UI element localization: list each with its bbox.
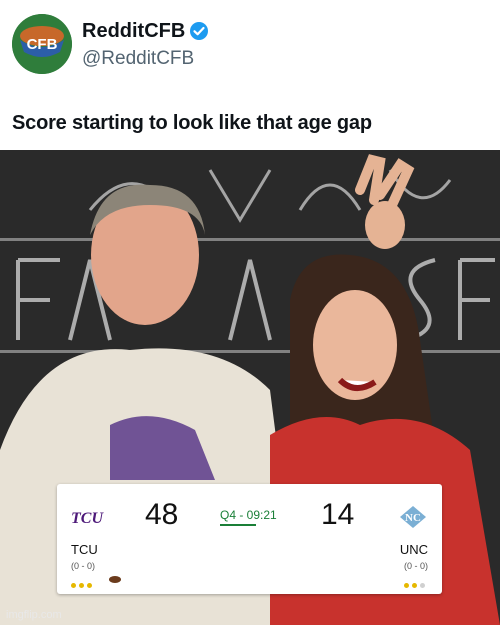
home-score: 48 (145, 498, 179, 531)
imgflip-watermark: imgflip.com (6, 609, 62, 621)
home-team-abbr: TCU (71, 542, 98, 557)
account-name[interactable]: RedditCFB (82, 20, 185, 43)
clock-underline (220, 524, 256, 526)
tweet-header: CFB RedditCFB @RedditCFB Score starting … (0, 0, 500, 150)
unc-logo-text: NC (405, 512, 421, 524)
timeout-dot (412, 583, 417, 588)
timeout-dot (420, 583, 425, 588)
timeout-dot (87, 583, 92, 588)
away-timeouts (404, 575, 428, 588)
unc-logo-icon: NC (400, 506, 426, 528)
timeout-dot (79, 583, 84, 588)
cfb-logo-icon: CFB (12, 14, 72, 74)
home-team-record: (0 - 0) (71, 561, 96, 571)
tweet-text: Score starting to look like that age gap (12, 112, 372, 134)
away-score: 14 (321, 498, 355, 531)
home-timeouts (71, 575, 95, 588)
possession-football-icon (109, 576, 121, 583)
timeout-dot (404, 583, 409, 588)
avatar[interactable]: CFB (12, 14, 72, 74)
timeout-dot (71, 583, 76, 588)
scoreboard-card: TCU 48 Q4 - 09:21 14 NC TCU UNC (0 - 0) … (57, 484, 442, 594)
away-team-abbr: UNC (399, 542, 428, 557)
account-handle[interactable]: @RedditCFB (82, 48, 194, 70)
avatar-text: CFB (27, 36, 58, 53)
tcu-logo-icon: TCU (71, 510, 103, 527)
game-clock: Q4 - 09:21 (220, 508, 277, 522)
verified-badge-icon (190, 22, 208, 40)
away-team-record: (0 - 0) (403, 561, 428, 571)
